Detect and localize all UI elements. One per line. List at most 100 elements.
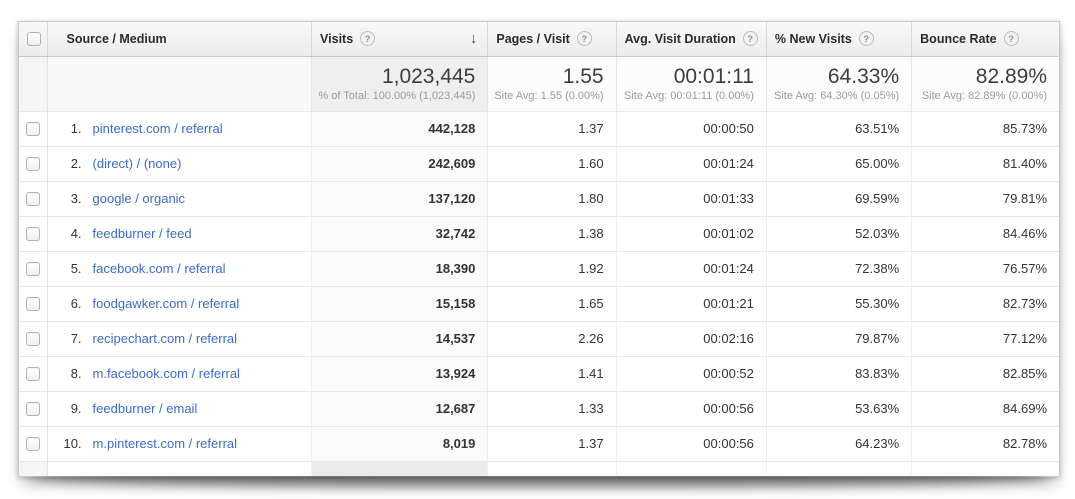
column-header-bounce-rate[interactable]: Bounce Rate ?	[912, 22, 1059, 56]
footer-cell-sorted-column	[312, 461, 488, 476]
row-rank: 7.	[54, 331, 82, 346]
checkbox-cell	[19, 146, 47, 181]
table-row: 1.pinterest.com / referral 442,128 1.37 …	[19, 111, 1059, 146]
checkbox-cell	[19, 216, 47, 251]
pages-visit-summary: 1.55 Site Avg: 1.55 (0.00%)	[488, 56, 616, 111]
avg-visit-duration-header-label: Avg. Visit Duration	[625, 32, 736, 46]
row-rank: 10.	[54, 436, 82, 451]
checkbox-cell	[19, 391, 47, 426]
row-checkbox[interactable]	[26, 122, 40, 136]
column-header-new-visits[interactable]: % New Visits ?	[766, 22, 911, 56]
source-cell: 6. foodgawker.com / referral	[47, 286, 312, 321]
footer-cell	[488, 461, 616, 476]
column-header-pages-visit[interactable]: Pages / Visit ?	[488, 22, 616, 56]
new-visits-value: 55.30%	[766, 286, 911, 321]
visits-value: 18,390	[312, 251, 488, 286]
pages-visit-header-label: Pages / Visit	[496, 32, 569, 46]
table-row: 5.facebook.com / referral 18,390 1.92 00…	[19, 251, 1059, 286]
row-checkbox[interactable]	[26, 402, 40, 416]
footer-cell	[912, 461, 1059, 476]
source-cell: 5.facebook.com / referral	[47, 251, 312, 286]
table-row: 7.recipechart.com / referral 14,537 2.26…	[19, 321, 1059, 356]
checkbox-cell	[19, 111, 47, 146]
source-medium-link[interactable]: m.facebook.com / referral	[93, 366, 240, 381]
checkbox-cell	[19, 251, 47, 286]
new-visits-value: 83.83%	[766, 356, 911, 391]
avg-visit-duration-value: 00:01:24	[616, 251, 766, 286]
footer-cell	[616, 461, 766, 476]
source-medium-link[interactable]: feedburner / feed	[93, 226, 192, 241]
table-row: 2.(direct) / (none) 242,609 1.60 00:01:2…	[19, 146, 1059, 181]
help-icon[interactable]: ?	[1004, 31, 1019, 46]
pages-visit-total: 1.55	[492, 64, 603, 89]
help-icon[interactable]: ?	[577, 31, 592, 46]
checkbox-cell	[19, 181, 47, 216]
table-row: 6.foodgawker.com / referral 15,158 1.65 …	[19, 286, 1059, 321]
column-header-visits[interactable]: Visits ? ↓	[312, 22, 488, 56]
visits-value: 15,158	[312, 286, 488, 321]
table-row: 10. m.pinterest.com / referral 8,019 1.37…	[19, 426, 1059, 461]
source-medium-link[interactable]: (direct) / (none)	[93, 156, 182, 171]
pages-visit-value: 2.26	[488, 321, 616, 356]
row-checkbox[interactable]	[26, 227, 40, 241]
visits-value: 32,742	[312, 216, 488, 251]
source-medium-link[interactable]: pinterest.com / referral	[93, 121, 223, 136]
avg-visit-duration-value: 00:00:50	[616, 111, 766, 146]
new-visits-value: 72.38%	[766, 251, 911, 286]
pages-visit-value: 1.37	[488, 426, 616, 461]
row-checkbox[interactable]	[26, 332, 40, 346]
source-medium-link[interactable]: foodgawker.com / referral	[93, 296, 240, 311]
avg-visit-duration-total: 00:01:11	[621, 64, 754, 89]
help-icon[interactable]: ?	[859, 31, 874, 46]
source-medium-link[interactable]: recipechart.com / referral	[93, 331, 238, 346]
visits-value: 8,019	[312, 426, 488, 461]
bounce-rate-summary: 82.89% Site Avg: 82.89% (0.00%)	[912, 56, 1059, 111]
column-header-source-medium[interactable]: Source / Medium	[47, 22, 312, 56]
source-medium-link[interactable]: m.pinterest.com / referral	[93, 436, 238, 451]
table-row: 9.feedburner / email 12,687 1.33 00:00:5…	[19, 391, 1059, 426]
row-checkbox[interactable]	[26, 367, 40, 381]
pages-visit-value: 1.33	[488, 391, 616, 426]
pages-visit-value: 1.65	[488, 286, 616, 321]
visits-total: 1,023,445	[316, 64, 475, 89]
select-all-checkbox[interactable]	[27, 32, 41, 46]
pages-visit-total-sub: Site Avg: 1.55 (0.00%)	[492, 90, 603, 102]
header-row: Source / Medium Visits ? ↓ Pages / Visit…	[19, 22, 1059, 56]
avg-visit-duration-value: 00:01:21	[616, 286, 766, 321]
row-checkbox[interactable]	[26, 192, 40, 206]
source-medium-header-label: Source / Medium	[67, 32, 167, 46]
summary-empty-cell	[47, 56, 312, 111]
bounce-rate-value: 82.85%	[912, 356, 1059, 391]
visits-value: 137,120	[312, 181, 488, 216]
table-row: 4.feedburner / feed 32,742 1.38 00:01:02…	[19, 216, 1059, 251]
new-visits-summary: 64.33% Site Avg: 64.30% (0.05%)	[766, 56, 911, 111]
source-medium-link[interactable]: feedburner / email	[93, 401, 198, 416]
bounce-rate-value: 77.12%	[912, 321, 1059, 356]
row-checkbox[interactable]	[26, 437, 40, 451]
help-icon[interactable]: ?	[743, 31, 758, 46]
visits-summary: 1,023,445 % of Total: 100.00% (1,023,445…	[312, 56, 488, 111]
new-visits-value: 52.03%	[766, 216, 911, 251]
avg-visit-duration-value: 00:01:24	[616, 146, 766, 181]
column-header-avg-visit-duration[interactable]: Avg. Visit Duration ?	[616, 22, 766, 56]
source-medium-link[interactable]: facebook.com / referral	[93, 261, 226, 276]
source-medium-link[interactable]: google / organic	[93, 191, 186, 206]
row-checkbox[interactable]	[26, 297, 40, 311]
pages-visit-value: 1.38	[488, 216, 616, 251]
row-checkbox[interactable]	[26, 157, 40, 171]
source-cell: 4.feedburner / feed	[47, 216, 312, 251]
avg-visit-duration-value: 00:00:52	[616, 356, 766, 391]
pages-visit-value: 1.92	[488, 251, 616, 286]
source-cell: 2.(direct) / (none)	[47, 146, 312, 181]
new-visits-header-label: % New Visits	[775, 32, 852, 46]
pages-visit-value: 1.60	[488, 146, 616, 181]
new-visits-total: 64.33%	[771, 64, 899, 89]
bounce-rate-value: 82.73%	[912, 286, 1059, 321]
avg-visit-duration-value: 00:02:16	[616, 321, 766, 356]
help-icon[interactable]: ?	[360, 31, 375, 46]
row-rank: 6.	[54, 296, 82, 311]
sort-descending-icon[interactable]: ↓	[470, 30, 480, 47]
footer-cell	[766, 461, 911, 476]
visits-value: 12,687	[312, 391, 488, 426]
row-checkbox[interactable]	[26, 262, 40, 276]
